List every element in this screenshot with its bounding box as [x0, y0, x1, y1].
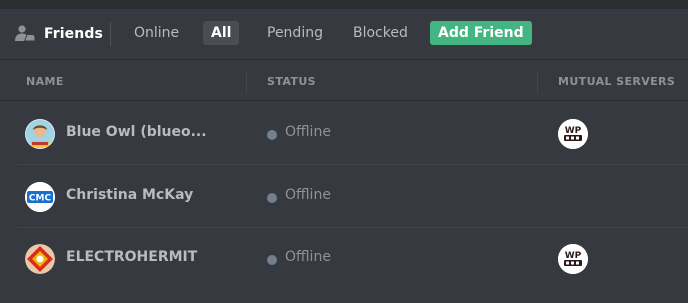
column-divider: [246, 72, 247, 94]
friend-name: Blue Owl (blueo...: [66, 124, 207, 140]
avatar: CMC: [25, 182, 55, 212]
status-offline-icon: [267, 130, 277, 140]
tab-blocked[interactable]: Blocked: [345, 21, 416, 45]
friend-row[interactable]: ELECTROHERMIT Offline WP: [0, 228, 688, 290]
server-badge-text: WP: [565, 126, 582, 136]
status-offline-icon: [267, 193, 277, 203]
server-badge-text: WP: [565, 251, 582, 261]
friend-name: ELECTROHERMIT: [66, 249, 198, 265]
friend-row[interactable]: CMC Christina McKay Offline: [0, 166, 688, 228]
column-divider: [537, 72, 538, 94]
friends-toolbar: Friends Online All Pending Blocked Add F…: [0, 9, 688, 60]
column-header-status[interactable]: STATUS: [267, 75, 316, 88]
tab-online[interactable]: Online: [126, 21, 187, 45]
toolbar-divider: [110, 22, 111, 46]
friends-table-header: NAME STATUS MUTUAL SERVERS: [0, 60, 688, 101]
tab-all[interactable]: All: [203, 21, 240, 45]
add-friend-button[interactable]: Add Friend: [430, 21, 532, 45]
friend-status: Offline: [285, 187, 331, 203]
mutual-server-icon[interactable]: WP: [558, 119, 588, 149]
friend-status: Offline: [285, 124, 331, 140]
avatar: [25, 119, 55, 149]
friends-icon: [14, 24, 36, 44]
friends-title: Friends: [14, 23, 103, 45]
window-top-strip: [0, 0, 688, 9]
avatar: [25, 244, 55, 274]
friend-status: Offline: [285, 249, 331, 265]
status-offline-icon: [267, 255, 277, 265]
column-header-mutual-servers[interactable]: MUTUAL SERVERS: [558, 75, 675, 88]
friend-name: Christina McKay: [66, 187, 194, 203]
tab-pending[interactable]: Pending: [259, 21, 331, 45]
friend-row[interactable]: Blue Owl (blueo... Offline WP: [0, 103, 688, 165]
column-header-name[interactable]: NAME: [26, 75, 64, 88]
mutual-server-icon[interactable]: WP: [558, 244, 588, 274]
friends-title-label: Friends: [44, 26, 103, 42]
avatar-text: CMC: [29, 194, 52, 204]
row-divider: [18, 164, 688, 165]
